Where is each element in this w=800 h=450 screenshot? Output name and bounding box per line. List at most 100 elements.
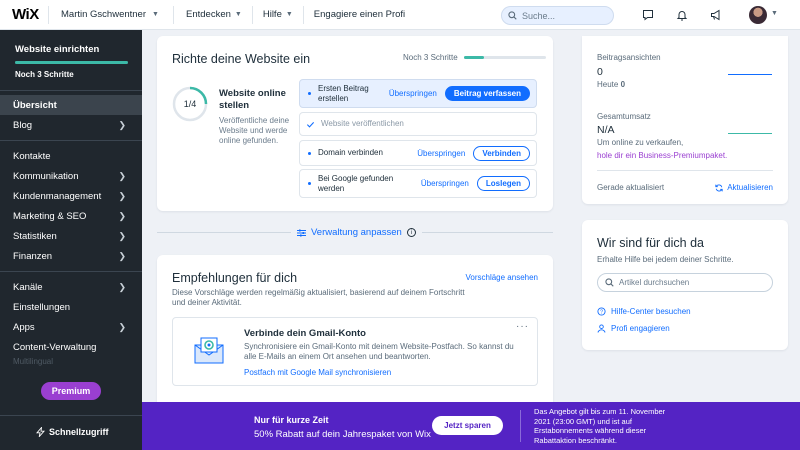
sidebar-nav: Übersicht Blog ❯ Kontakte Kommunikation ❯ Kund… <box>0 95 142 357</box>
site-owner-name: Martin Gschwentner <box>61 9 147 20</box>
divider <box>0 415 142 416</box>
setup-card: Richte deine Website ein Noch 3 Schritte… <box>157 36 553 211</box>
nav-help[interactable]: Hilfe ▼ <box>263 9 293 20</box>
customize-dashboard-button[interactable]: Verwaltung anpassen i <box>291 226 422 239</box>
views-sparkline <box>728 74 772 75</box>
article-search-input[interactable]: Artikel durchsuchen <box>597 273 773 292</box>
help-center-link[interactable]: ? Hilfe-Center besuchen <box>597 307 691 316</box>
sidebar-item-label: Blog <box>13 119 33 131</box>
sync-gmail-link[interactable]: Postfach mit Google Mail synchronisieren <box>244 368 391 377</box>
promo-terms: Das Angebot gilt bis zum 11. November 20… <box>534 407 666 445</box>
task-first-post[interactable]: Ersten Beitrag erstellen Überspringen Be… <box>299 79 537 108</box>
task-google-seo[interactable]: Bei Google gefunden werden Überspringen … <box>299 169 537 198</box>
quick-access-button[interactable]: Schnellzugriff <box>36 427 109 437</box>
megaphone-icon[interactable] <box>708 7 724 23</box>
post-views-label: Beitragsansichten <box>597 53 661 62</box>
avatar[interactable] <box>749 6 767 24</box>
progress-ring: 1/4 <box>172 86 208 122</box>
sidebar-item-kontakte[interactable]: Kontakte <box>0 146 142 166</box>
sidebar-item-label: Content-Verwaltung <box>13 341 97 353</box>
sidebar: Website einrichten Noch 3 Schritte Übers… <box>0 30 142 450</box>
wix-logo[interactable]: WiX <box>12 6 48 23</box>
sidebar-item-content-verwaltung[interactable]: Content-Verwaltung <box>0 337 142 357</box>
sidebar-item-label: Kundenmanagement <box>13 190 102 202</box>
nav-explore[interactable]: Entdecken ▼ <box>186 9 242 20</box>
upgrade-link[interactable]: hole dir ein Business-Premiumpaket. <box>597 151 727 160</box>
bullet-icon <box>308 92 311 95</box>
sidebar-item-kommunikation[interactable]: Kommunikation ❯ <box>0 166 142 186</box>
chevron-right-icon: ❯ <box>118 230 126 241</box>
sidebar-item-marketing-seo[interactable]: Marketing & SEO ❯ <box>0 206 142 226</box>
connect-button[interactable]: Verbinden <box>473 145 530 161</box>
search-input[interactable]: Suche... <box>501 6 614 25</box>
chat-icon[interactable] <box>640 7 656 23</box>
promo-banner: Nur für kurze Zeit 50% Rabatt auf dein J… <box>142 402 800 450</box>
progress-bar <box>15 61 128 64</box>
sidebar-item-label: Einstellungen <box>13 301 71 313</box>
sidebar-item-statistiken[interactable]: Statistiken ❯ <box>0 226 142 246</box>
hire-pro-link[interactable]: Profi engagieren <box>597 324 670 333</box>
site-selector[interactable]: Martin Gschwentner ▼ <box>49 9 173 20</box>
sidebar-item-kundenmanagement[interactable]: Kundenmanagement ❯ <box>0 186 142 206</box>
skip-button[interactable]: Überspringen <box>389 89 437 98</box>
quick-access-label: Schnellzugriff <box>49 427 109 437</box>
bullet-icon <box>308 151 311 155</box>
chevron-down-icon[interactable]: ▼ <box>771 10 778 17</box>
divider <box>520 410 521 442</box>
nav-hire-pro[interactable]: Engagiere einen Profi <box>314 9 405 20</box>
setup-title: Website einrichten <box>15 44 100 55</box>
sidebar-item-einstellungen[interactable]: Einstellungen <box>0 297 142 317</box>
recommendations-title: Empfehlungen für dich <box>172 271 298 285</box>
today-label: Heute 0 <box>597 80 626 89</box>
sidebar-item-multilingual[interactable]: Multilingual <box>0 357 142 369</box>
help-title: Wir sind für dich da <box>597 236 704 250</box>
question-icon: ? <box>597 307 606 316</box>
task-connect-domain[interactable]: Domain verbinden Überspringen Verbinden <box>299 140 537 166</box>
progress-fill <box>463 56 485 59</box>
bell-icon[interactable] <box>674 7 690 23</box>
get-started-button[interactable]: Loslegen <box>476 176 530 191</box>
refresh-button[interactable]: Aktualisieren <box>715 183 773 192</box>
sales-hint: Um online zu verkaufen, <box>597 138 684 147</box>
info-icon[interactable]: i <box>406 228 416 237</box>
write-post-button[interactable]: Beitrag verfassen <box>444 86 530 101</box>
task-label: Domain verbinden <box>318 148 383 157</box>
gmail-title: Verbinde dein Gmail-Konto <box>244 328 366 339</box>
customize-label: Verwaltung anpassen <box>311 227 402 238</box>
top-nav: Entdecken ▼ Hilfe ▼ Engagiere einen Profi <box>174 5 405 24</box>
divider <box>251 5 253 24</box>
sidebar-item-apps[interactable]: Apps ❯ <box>0 317 142 337</box>
task-publish-site[interactable]: Website veröffentlichen <box>299 112 537 136</box>
search-icon <box>508 11 517 20</box>
goal-title: Website online stellen <box>219 88 286 111</box>
chevron-down-icon: ▼ <box>152 11 159 18</box>
search-icon <box>605 278 614 287</box>
progress-bar <box>463 56 546 59</box>
divider <box>597 170 773 171</box>
goal-description: Veröffentliche deine Website und werde o… <box>219 116 290 145</box>
setup-steps: Noch 3 Schritte <box>403 53 546 62</box>
steps-left-label: Noch 3 Schritte <box>403 53 458 62</box>
svg-text:?: ? <box>600 310 603 316</box>
skip-button[interactable]: Überspringen <box>417 149 465 158</box>
chevron-down-icon: ▼ <box>285 11 293 18</box>
sidebar-setup-progress[interactable]: Website einrichten Noch 3 Schritte <box>0 30 142 79</box>
chevron-right-icon: ❯ <box>118 170 126 181</box>
sidebar-item-finanzen[interactable]: Finanzen ❯ <box>0 246 142 266</box>
more-options-icon[interactable]: ··· <box>516 321 529 332</box>
post-views-value: 0 <box>597 66 603 78</box>
save-now-button[interactable]: Jetzt sparen <box>432 416 503 435</box>
see-suggestions-link[interactable]: Vorschläge ansehen <box>466 273 539 282</box>
setup-card-title: Richte deine Website ein <box>172 52 311 66</box>
skip-button[interactable]: Überspringen <box>421 179 469 188</box>
sidebar-item-kanäle[interactable]: Kanäle ❯ <box>0 277 142 297</box>
help-subtitle: Erhalte Hilfe bei jedem deiner Schritte. <box>597 255 734 264</box>
sidebar-item-blog[interactable]: Blog ❯ <box>0 115 142 135</box>
premium-button[interactable]: Premium <box>41 382 101 400</box>
sidebar-item-label: Apps <box>13 321 35 333</box>
task-label: Ersten Beitrag erstellen <box>318 83 369 103</box>
lightning-icon <box>36 427 45 437</box>
recommendations-card: Empfehlungen für dich Vorschläge ansehen… <box>157 255 553 423</box>
sidebar-item-übersicht[interactable]: Übersicht <box>0 95 142 115</box>
help-center-label: Hilfe-Center besuchen <box>611 307 691 316</box>
